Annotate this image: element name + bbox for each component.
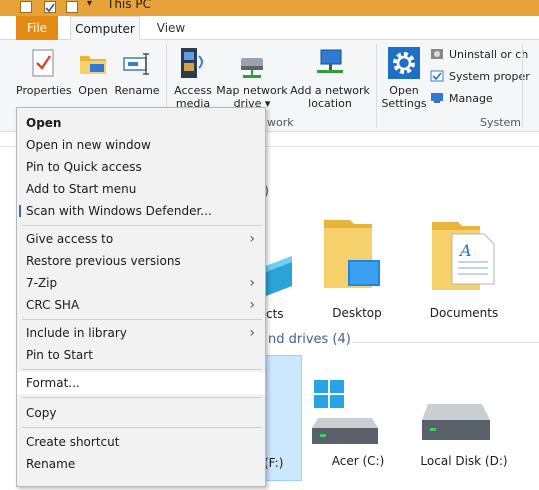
windows-drive-icon[interactable]: [310, 378, 384, 448]
open-folder-icon: [80, 56, 106, 74]
system-properties-button[interactable]: System proper: [430, 70, 530, 83]
manage-icon: [431, 93, 443, 103]
network-location-icon: [317, 49, 343, 73]
submenu-arrow-icon: ›: [249, 231, 255, 247]
manage-button[interactable]: Manage: [430, 92, 493, 105]
open-button[interactable]: Open: [74, 48, 112, 97]
menu-item-restore-versions[interactable]: Restore previous versions: [17, 250, 265, 272]
add-location-label-2: location: [308, 97, 352, 110]
properties-button[interactable]: Properties: [16, 48, 72, 97]
properties-label: Properties: [16, 84, 72, 97]
rename-label: Rename: [114, 84, 160, 97]
menu-item-include-library[interactable]: Include in library ›: [17, 322, 265, 344]
system-properties-label: System proper: [449, 70, 530, 83]
quick-access-checkmark-icon[interactable]: [44, 1, 56, 13]
ribbon-divider: [376, 44, 377, 128]
menu-item-7zip[interactable]: 7-Zip ›: [17, 272, 265, 294]
ribbon-divider: [522, 44, 523, 128]
uninstall-label: Uninstall or ch: [449, 48, 529, 61]
menu-item-give-access[interactable]: Give access to ›: [17, 228, 265, 250]
quick-access-folder-icon[interactable]: [66, 1, 78, 13]
network-drive-icon: [241, 58, 263, 78]
menu-item-add-start-menu[interactable]: Add to Start menu: [17, 178, 265, 200]
properties-icon: [32, 49, 54, 77]
uninstall-icon: [431, 49, 443, 59]
menu-separator: [22, 397, 262, 398]
context-menu: Open Open in new window Pin to Quick acc…: [16, 107, 266, 487]
drives-section-line: [352, 342, 539, 343]
seven-zip-label: 7-Zip: [26, 276, 58, 290]
menu-item-crc-sha[interactable]: CRC SHA ›: [17, 294, 265, 316]
menu-item-pin-start[interactable]: Pin to Start: [17, 344, 265, 366]
tab-file[interactable]: File: [16, 16, 58, 40]
menu-item-create-shortcut[interactable]: Create shortcut: [17, 431, 265, 453]
tab-view[interactable]: View: [150, 16, 192, 40]
include-library-label: Include in library: [26, 326, 127, 340]
scan-defender-label: Scan with Windows Defender...: [26, 204, 212, 218]
group-label-network: work: [267, 116, 294, 129]
menu-separator: [22, 319, 262, 320]
3d-objects-label: cts: [266, 307, 284, 321]
desktop-folder-icon[interactable]: [322, 216, 382, 292]
menu-item-rename[interactable]: Rename: [17, 453, 265, 475]
menu-separator: [22, 225, 262, 226]
submenu-arrow-icon: ›: [249, 275, 255, 291]
gear-icon: [388, 47, 420, 79]
menu-separator: [22, 369, 262, 370]
manage-label: Manage: [449, 92, 493, 105]
give-access-label: Give access to: [26, 232, 114, 246]
hard-drive-icon[interactable]: [420, 400, 494, 448]
crc-sha-label: CRC SHA: [26, 298, 80, 312]
system-properties-icon: [430, 70, 444, 82]
3d-objects-icon[interactable]: [266, 254, 292, 298]
add-network-location-button[interactable]: Add a network location: [290, 46, 370, 110]
documents-label: Documents: [429, 306, 499, 320]
group-label-system: System: [480, 116, 522, 129]
documents-folder-icon[interactable]: A: [432, 218, 502, 294]
uninstall-program-button[interactable]: Uninstall or ch: [430, 48, 528, 61]
access-media-icon: [181, 48, 203, 78]
open-settings-label-1: Open: [389, 84, 419, 97]
open-settings-button[interactable]: Open Settings: [380, 46, 428, 110]
add-location-label-1: Add a network: [290, 84, 370, 97]
defender-icon: [19, 205, 21, 217]
menu-item-format[interactable]: Format...: [17, 372, 265, 394]
submenu-arrow-icon: ›: [249, 297, 255, 313]
rename-button[interactable]: Rename: [114, 48, 160, 97]
map-network-drive-button[interactable]: Map network drive ▾: [216, 46, 288, 110]
open-settings-label-2: Settings: [381, 97, 427, 110]
acer-drive-label: Acer (C:): [331, 454, 385, 468]
ribbon-tabs: File Computer View: [0, 16, 539, 41]
quick-access-dropdown-icon[interactable]: ▾: [87, 0, 92, 9]
usb-drive-label: (F:): [264, 456, 284, 470]
drives-section-header[interactable]: nd drives (4): [268, 332, 351, 347]
svg-text:A: A: [458, 241, 472, 260]
menu-item-pin-quick-access[interactable]: Pin to Quick access: [17, 156, 265, 178]
menu-item-scan-defender[interactable]: Scan with Windows Defender...: [17, 200, 265, 222]
map-drive-label-1: Map network: [216, 84, 288, 97]
window-title: This PC: [107, 0, 151, 11]
menu-item-open-new-window[interactable]: Open in new window: [17, 134, 265, 156]
quick-access-properties-icon[interactable]: [20, 1, 32, 13]
menu-item-open[interactable]: Open: [17, 112, 265, 134]
local-disk-label: Local Disk (D:): [420, 454, 508, 468]
tab-computer[interactable]: Computer: [70, 16, 140, 41]
desktop-label: Desktop: [332, 306, 382, 320]
menu-separator: [22, 427, 262, 428]
submenu-arrow-icon: ›: [249, 325, 255, 341]
menu-item-copy[interactable]: Copy: [17, 402, 265, 424]
rename-icon: [123, 53, 149, 75]
title-bar: ▾ This PC: [0, 0, 539, 16]
access-media-label-1: Access: [174, 84, 212, 97]
open-label: Open: [78, 84, 108, 97]
